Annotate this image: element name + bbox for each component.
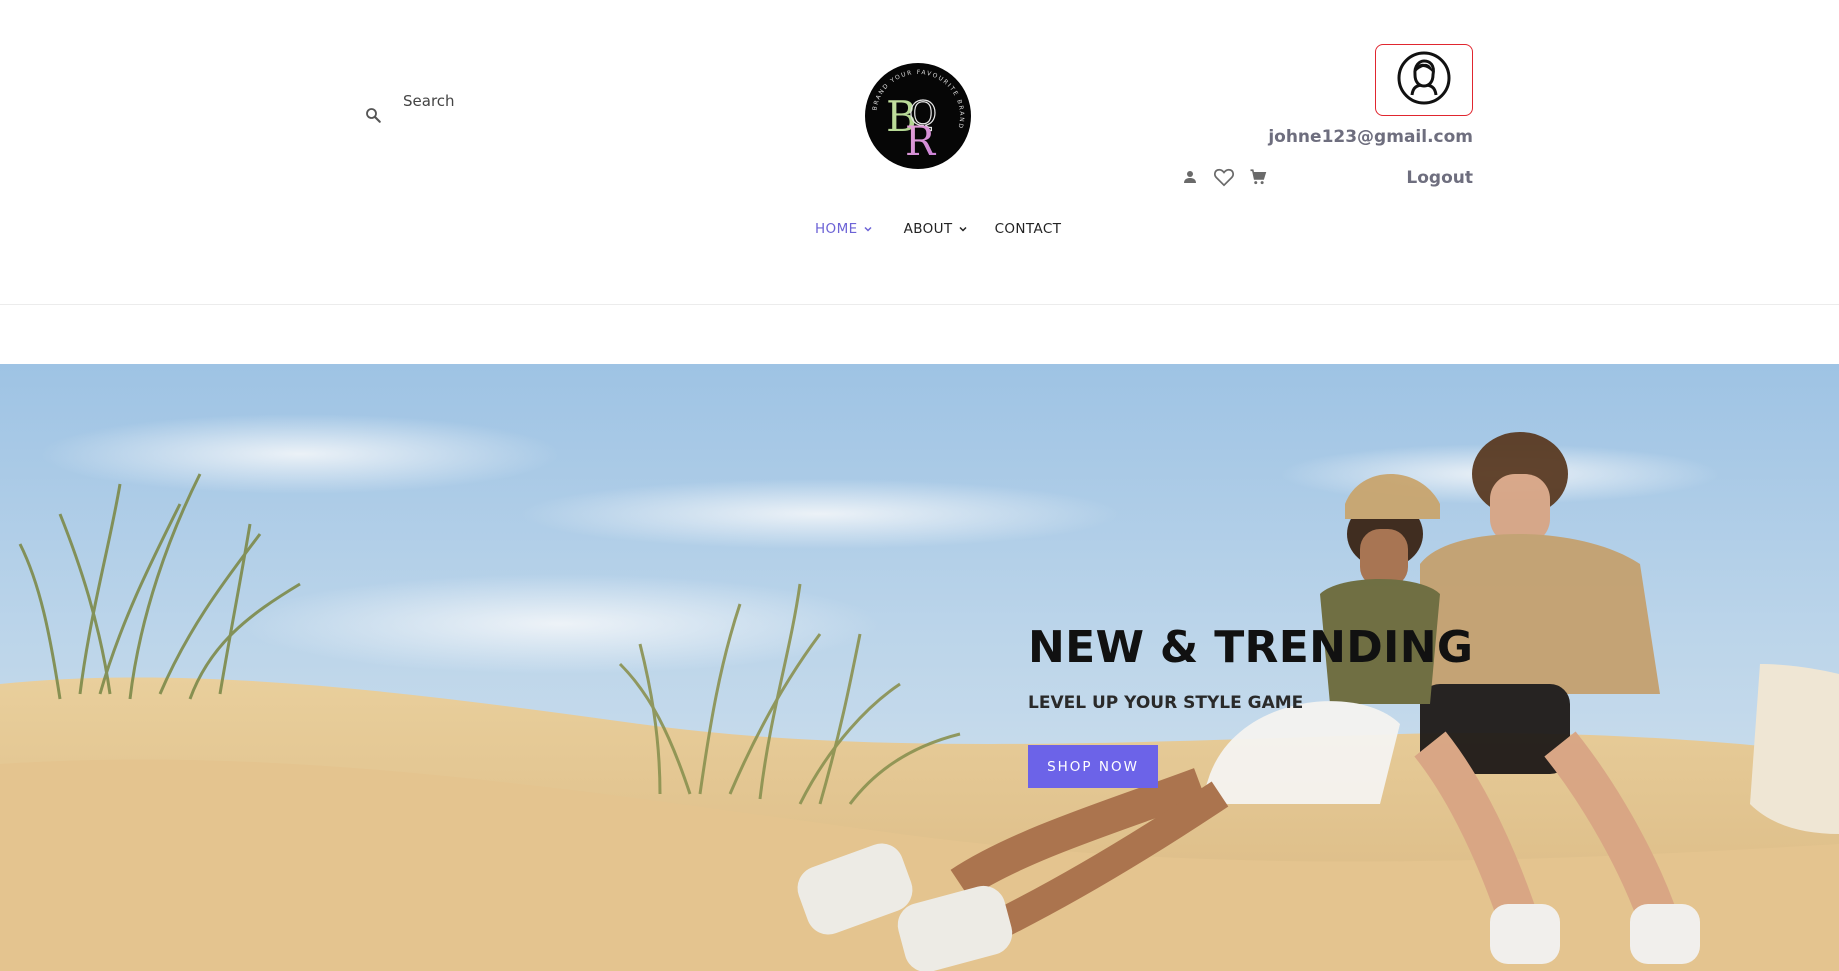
hero-subtitle: LEVEL UP YOUR STYLE GAME [1028, 693, 1304, 713]
logout-link[interactable]: Logout [1406, 168, 1473, 188]
chevron-down-icon [864, 226, 872, 232]
brand-logo[interactable]: BRAND YOUR FAVOURITE BRAND B Q R [865, 63, 971, 169]
hero-banner: NEW & TRENDING LEVEL UP YOUR STYLE GAME … [0, 364, 1839, 971]
nav-item-contact[interactable]: CONTACT [995, 221, 1062, 237]
header-icon-group [1179, 166, 1269, 188]
shop-now-button[interactable]: SHOP NOW [1028, 745, 1158, 788]
nav-item-about[interactable]: ABOUT [904, 221, 968, 237]
profile-avatar-button[interactable] [1375, 44, 1473, 116]
nav-item-label: CONTACT [994, 221, 1062, 237]
cart-icon[interactable] [1247, 166, 1269, 188]
user-avatar-icon [1397, 51, 1451, 110]
hero-background-image [0, 364, 1839, 971]
nav-item-label: ABOUT [903, 221, 953, 237]
user-icon[interactable] [1179, 166, 1201, 188]
hero-title: NEW & TRENDING [1028, 622, 1474, 673]
chevron-down-icon [959, 226, 967, 232]
header-divider [0, 304, 1839, 305]
account-email: johne123@gmail.com [1268, 127, 1473, 147]
search-input[interactable] [403, 90, 623, 112]
nav-item-label: HOME [815, 221, 858, 237]
search-icon[interactable] [364, 106, 382, 124]
svg-text:R: R [905, 119, 937, 165]
main-nav: HOME ABOUT CONTACT [815, 221, 1061, 237]
nav-item-home[interactable]: HOME [815, 221, 873, 237]
site-header: BRAND YOUR FAVOURITE BRAND B Q R johne12… [0, 0, 1839, 305]
heart-icon[interactable] [1213, 166, 1235, 188]
brand-logo-graphic: BRAND YOUR FAVOURITE BRAND B Q R [866, 64, 970, 168]
